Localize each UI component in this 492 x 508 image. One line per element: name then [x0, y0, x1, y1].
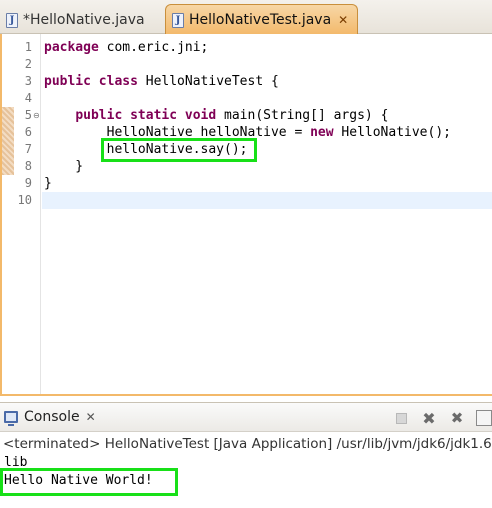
line-number: 10: [17, 193, 32, 207]
tab-console[interactable]: Console ✕: [0, 409, 96, 426]
line-number: 4: [24, 91, 32, 105]
line-number: 2: [24, 57, 32, 71]
line-number: 1: [24, 40, 32, 54]
code-line-9: }: [44, 176, 52, 191]
remove-all-terminated-button[interactable]: ✖: [446, 407, 468, 429]
stop-icon: [395, 412, 407, 424]
close-icon[interactable]: ✕: [338, 13, 348, 27]
terminate-button[interactable]: [390, 407, 412, 429]
console-view-header: Console ✕ ✖ ✖: [0, 402, 492, 432]
line-number: 7: [24, 142, 32, 156]
code-line-8: }: [44, 159, 84, 174]
tab-label: HelloNativeTest.java: [189, 12, 332, 28]
annotation-highlight-box: [0, 468, 178, 496]
line-number: 5: [24, 108, 32, 122]
java-file-icon: J: [6, 12, 18, 28]
tab-label: *HelloNative.java: [23, 12, 145, 28]
annotation-highlight-box: [101, 138, 257, 162]
line-number-gutter: 1 2 3 4 5 ⊖ 6 7 8 9 10: [2, 34, 41, 394]
fold-icon[interactable]: ⊖: [33, 107, 40, 124]
tab-hellonativetest-java[interactable]: J HelloNativeTest.java ✕: [165, 4, 358, 35]
line-number: 3: [24, 74, 32, 88]
line-number: 8: [24, 159, 32, 173]
code-line-5: public static void main(String[] args) {: [75, 108, 389, 123]
code-line-1: package com.eric.jni;: [44, 40, 209, 55]
remove-launch-button[interactable]: ✖: [418, 407, 440, 429]
console-tab-label: Console: [24, 409, 80, 425]
console-toolbar: ✖ ✖: [384, 403, 492, 433]
close-icon[interactable]: ✕: [86, 410, 96, 424]
line-number: 6: [24, 125, 32, 139]
tab-hellonative-java[interactable]: J *HelloNative.java: [0, 6, 160, 34]
java-file-icon: J: [172, 12, 184, 28]
current-line-highlight: [42, 192, 492, 209]
code-line-3: public class HelloNativeTest {: [44, 74, 279, 89]
console-output[interactable]: <terminated> HelloNativeTest [Java Appli…: [0, 432, 492, 508]
console-icon: [4, 411, 18, 426]
editor-tab-bar: J *HelloNative.java J HelloNativeTest.ja…: [0, 0, 492, 35]
terminated-status: <terminated> HelloNativeTest [Java Appli…: [3, 436, 492, 452]
line-number: 9: [24, 176, 32, 190]
code-editor[interactable]: 1 2 3 4 5 ⊖ 6 7 8 9 10 package com.eric.…: [0, 34, 492, 396]
console-options-icon[interactable]: [476, 410, 492, 426]
